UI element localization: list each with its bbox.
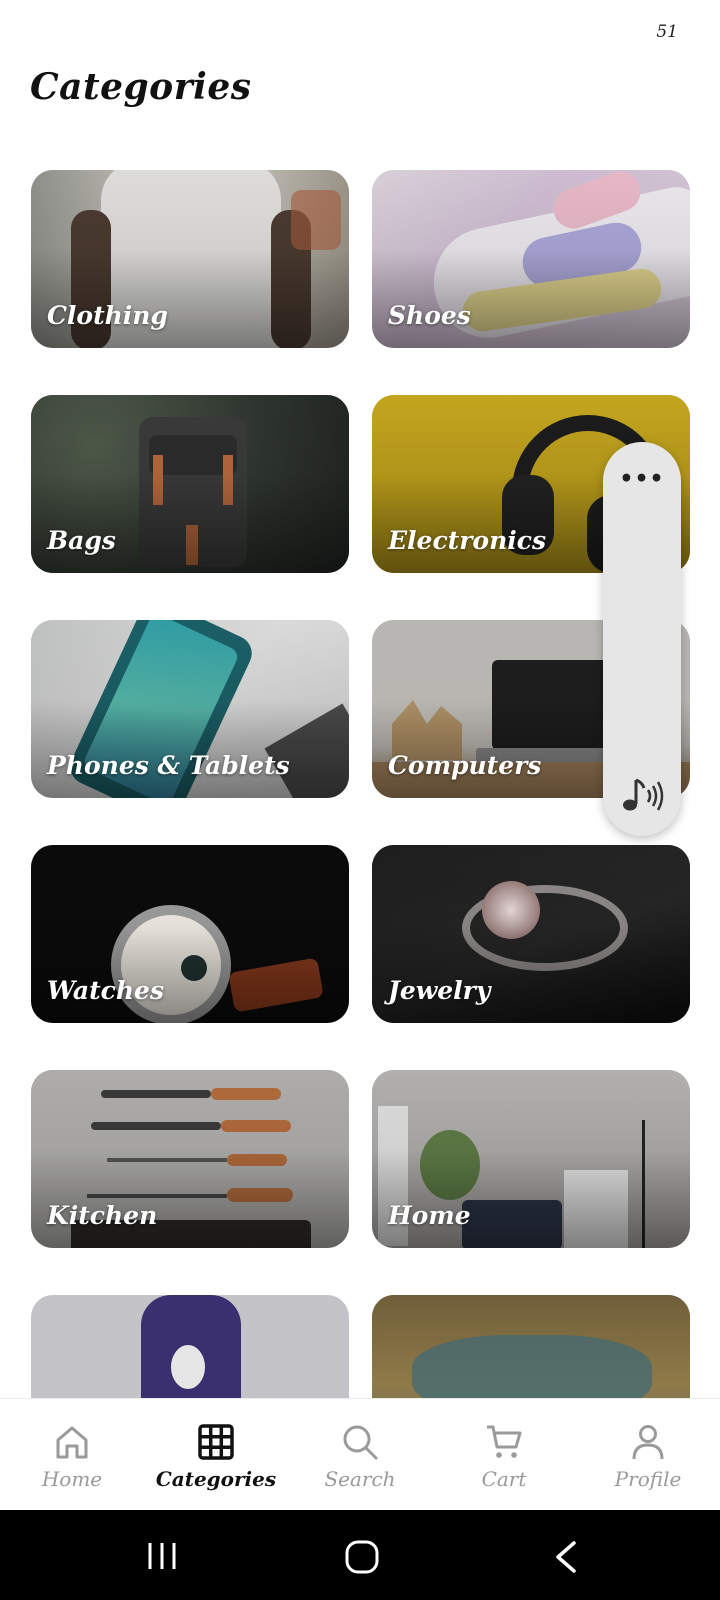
app-screen: 51 Categories Clothing Shoes Bags Electr…	[0, 0, 720, 1600]
games-image	[372, 1295, 690, 1398]
category-label: Home	[388, 1201, 471, 1230]
back-icon[interactable]	[552, 1540, 580, 1578]
nav-item-categories[interactable]: Categories	[144, 1399, 288, 1511]
cart-icon	[487, 1425, 522, 1458]
category-card-games[interactable]	[372, 1295, 690, 1398]
category-card-sports[interactable]	[31, 1295, 349, 1398]
category-label: Phones & Tablets	[47, 751, 290, 780]
profile-icon	[632, 1425, 664, 1460]
category-card-watches[interactable]: Watches	[31, 845, 349, 1023]
sports-image	[31, 1295, 349, 1398]
nav-label: Home	[41, 1467, 103, 1491]
more-options-icon[interactable]: •••	[603, 468, 681, 490]
floating-panel[interactable]: •••	[603, 442, 681, 836]
music-note-sound-icon[interactable]	[618, 772, 666, 824]
home-circle-icon[interactable]	[344, 1540, 380, 1578]
nav-label: Search	[324, 1467, 396, 1491]
nav-item-profile[interactable]: Profile	[576, 1399, 720, 1511]
category-label: Jewelry	[388, 976, 491, 1005]
category-label: Computers	[388, 751, 542, 780]
category-card-kitchen[interactable]: Kitchen	[31, 1070, 349, 1248]
recent-apps-icon[interactable]	[144, 1540, 180, 1576]
category-card-phones-tablets[interactable]: Phones & Tablets	[31, 620, 349, 798]
home-icon	[56, 1426, 88, 1459]
category-card-bags[interactable]: Bags	[31, 395, 349, 573]
bottom-nav: Home Categories Search Cart Profile	[0, 1398, 720, 1511]
nav-item-cart[interactable]: Cart	[432, 1399, 576, 1511]
category-card-jewelry[interactable]: Jewelry	[372, 845, 690, 1023]
grid-icon	[198, 1424, 234, 1460]
system-nav-bar	[0, 1510, 720, 1600]
nav-label: Cart	[481, 1467, 527, 1491]
category-label: Shoes	[388, 301, 471, 330]
nav-label: Profile	[614, 1467, 682, 1491]
nav-item-search[interactable]: Search	[288, 1399, 432, 1511]
category-label: Bags	[47, 526, 116, 555]
category-label: Watches	[47, 976, 165, 1005]
category-label: Kitchen	[47, 1201, 158, 1230]
category-label: Clothing	[47, 301, 168, 330]
nav-item-home[interactable]: Home	[0, 1399, 144, 1511]
nav-label: Categories	[155, 1467, 277, 1491]
search-icon	[343, 1425, 378, 1460]
category-card-clothing[interactable]: Clothing	[31, 170, 349, 348]
category-card-home[interactable]: Home	[372, 1070, 690, 1248]
category-label: Electronics	[388, 526, 547, 555]
category-card-shoes[interactable]: Shoes	[372, 170, 690, 348]
